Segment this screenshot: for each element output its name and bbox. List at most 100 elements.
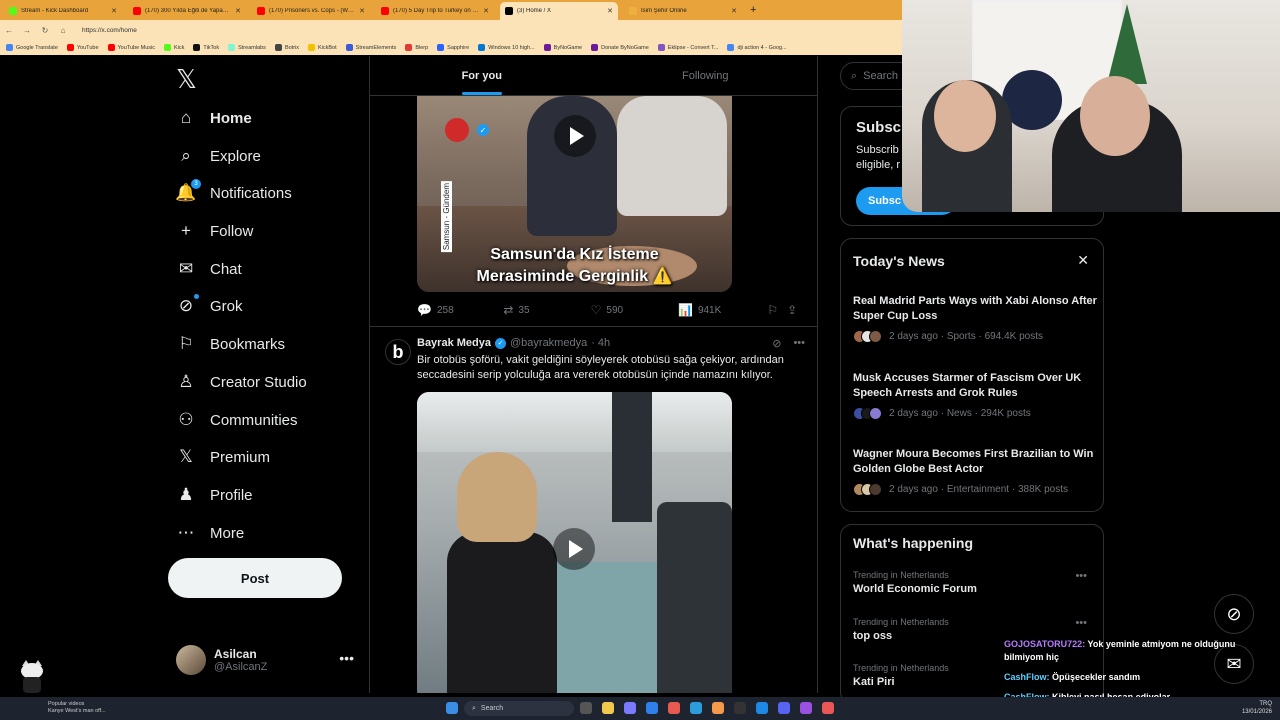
bookmark-item[interactable]: TikTok [193,44,219,51]
account-switcher[interactable]: Asilcan @AsilcanZ ••• [176,642,356,678]
browser-icon[interactable] [668,702,680,714]
app-icon[interactable] [624,702,636,714]
app-icon[interactable] [712,702,724,714]
x-logo-icon[interactable]: 𝕏 [176,64,197,95]
close-icon[interactable]: ✕ [1077,252,1089,269]
bookmark-item[interactable]: Streamlabs [228,44,266,51]
reload-icon[interactable]: ↻ [40,26,50,35]
views-button[interactable]: 📊 941K [678,303,767,317]
file-explorer-icon[interactable] [602,702,614,714]
sidebar-item-notifications[interactable]: 🔔 3 Notifications [175,179,292,203]
news-item[interactable]: Wagner Moura Becomes First Brazilian to … [853,447,1097,496]
tab-title: (170) 5 Day Trip to Turkey on Tun [393,8,480,14]
sidebar-item-communities[interactable]: ⚇ Communities [176,410,297,430]
sidebar-item-follow[interactable]: + Follow [176,221,253,241]
sidebar-item-home[interactable]: ⌂ Home [176,108,252,128]
close-icon[interactable]: ✕ [359,7,365,15]
bookmark-item[interactable]: Eklipse - Convert T... [657,44,718,51]
bookmark-item[interactable]: Botrix [274,44,299,51]
steam-icon[interactable] [756,702,768,714]
url-field[interactable]: https://x.com/home [82,27,137,34]
back-icon[interactable]: ← [4,26,14,35]
more-dots-icon[interactable]: ••• [793,337,805,350]
bookmark-item[interactable]: dji action 4 - Goog... [727,44,787,51]
sidebar-item-grok[interactable]: ⊘ Grok [176,294,243,316]
repost-button[interactable]: ⇄ 35 [503,303,590,317]
bookmark-item[interactable]: Blerp [405,44,428,51]
like-button[interactable]: ♡ 590 [591,303,678,317]
news-item[interactable]: Real Madrid Parts Ways with Xabi Alonso … [853,294,1097,343]
more-dots-icon[interactable]: ••• [339,650,354,666]
browser-tab[interactable]: (3) Home / X ✕ [500,2,618,20]
edge-icon[interactable] [690,702,702,714]
sidebar-item-premium[interactable]: 𝕏 Premium [176,447,270,467]
sidebar-item-profile[interactable]: ♟ Profile [176,485,253,505]
sidebar-item-more[interactable]: ⋯ More [176,523,245,543]
bookmark-favicon-icon [308,44,315,51]
news-item[interactable]: Musk Accuses Starmer of Fascism Over UK … [853,371,1097,420]
app-icon[interactable] [800,702,812,714]
reply-button[interactable]: 💬 258 [417,303,503,317]
tab-favicon-icon [9,7,17,15]
close-icon[interactable]: ✕ [731,7,737,15]
forward-icon[interactable]: → [22,26,32,35]
sidebar-item-chat[interactable]: ✉ Chat [176,259,242,279]
bookmark-button[interactable]: ⚐ [767,303,787,317]
sidebar-item-label: Profile [210,486,253,504]
new-tab-icon[interactable]: + [750,4,756,16]
close-icon[interactable]: ✕ [235,7,241,15]
grok-icon[interactable]: ⊘ [1214,594,1254,634]
bookmark-item[interactable]: Kick [164,44,184,51]
discord-icon[interactable] [778,702,790,714]
bookmark-label: Donate ByNoGame [601,44,649,51]
task-view-icon[interactable] [580,702,592,714]
author-name[interactable]: Bayrak Medya [417,337,491,349]
system-tray[interactable]: TRQ 13/01/2026 [1242,700,1272,716]
tab-following[interactable]: Following [594,56,818,95]
bookmark-item[interactable]: YouTube [66,44,99,51]
play-icon[interactable] [553,528,595,570]
post-time[interactable]: · 4h [591,337,610,349]
close-icon[interactable]: ✕ [111,7,117,15]
bookmark-item[interactable]: KickBot [308,44,337,51]
bookmark-item[interactable]: YouTube Music [107,44,155,51]
close-icon[interactable]: ✕ [607,7,613,15]
close-icon[interactable]: ✕ [483,7,489,15]
home-icon[interactable]: ⌂ [58,26,68,35]
bookmark-item[interactable]: StreamElements [345,44,396,51]
share-button[interactable]: ⇪ [787,303,807,317]
tab-for-you[interactable]: For you [370,56,594,95]
start-icon[interactable] [446,702,458,714]
browser-tab[interactable]: (170) Prisoners vs. Cops - (Who's ✕ [252,2,370,20]
sidebar-item-creator-studio[interactable]: ♙ Creator Studio [176,372,306,392]
sidebar-item-explore[interactable]: ⌕ Explore [176,146,261,166]
creator-studio-icon: ♙ [178,372,194,391]
author-handle[interactable]: @bayrakmedya [510,337,587,349]
bookmark-item[interactable]: Google Translate [6,44,58,51]
post-article[interactable]: b Bayrak Medya ✓ @bayrakmedya · 4h ⊘ •••… [370,326,817,693]
taskbar-widget[interactable]: Popular videos Kanye West's man off... [48,701,106,715]
app-icon[interactable] [822,702,834,714]
news-meta: 2 days ago · News · 294K posts [853,407,1097,420]
bookmark-item[interactable]: Sapphire [437,44,469,51]
browser-tab[interactable]: İsim Şehir Online ✕ [624,2,742,20]
browser-tab[interactable]: Stream - Kick Dashboard ✕ [4,2,122,20]
bookmark-item[interactable]: Donate ByNoGame [591,44,649,51]
post-button[interactable]: Post [168,558,342,598]
bookmark-item[interactable]: ByNoGame [543,44,582,51]
browser-tab[interactable]: (170) 300 Yılda Eğiti de Yapayan Af ✕ [128,2,246,20]
grok-icon[interactable]: ⊘ [772,337,781,350]
post-video[interactable]: ✓ Samsun - Gündem Samsun'da Kız İsteme M… [417,96,732,292]
browser-tab[interactable]: (170) 5 Day Trip to Turkey on Tun ✕ [376,2,494,20]
sidebar-item-bookmarks[interactable]: ⚐ Bookmarks [176,334,285,354]
bookmark-item[interactable]: Windows 10 high... [478,44,535,51]
app-icon[interactable] [646,702,658,714]
play-icon[interactable] [554,115,596,157]
avatar[interactable]: b [385,339,411,365]
app-icon[interactable] [734,702,746,714]
taskbar-search[interactable]: ⌕ Search [464,701,574,716]
trend-item[interactable]: Trending in Netherlands World Economic F… [853,570,1093,595]
more-dots-icon[interactable]: ••• [1075,617,1087,629]
more-dots-icon[interactable]: ••• [1075,570,1087,582]
post-video[interactable] [417,392,732,693]
